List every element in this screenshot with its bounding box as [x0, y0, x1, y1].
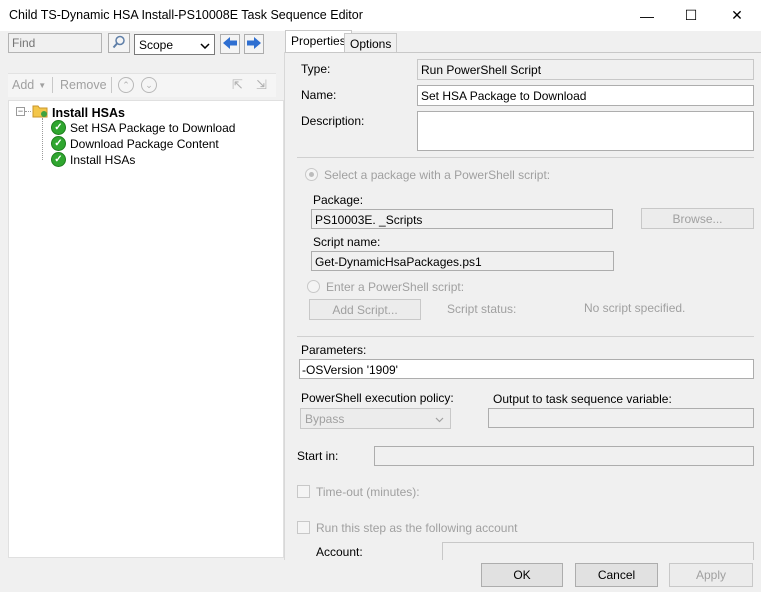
script-status-value: No script specified. [584, 301, 686, 315]
scope-dropdown[interactable]: Scope [134, 34, 215, 55]
cancel-button[interactable]: Cancel [575, 563, 658, 587]
find-input[interactable] [8, 33, 102, 53]
script-name-field: Get-DynamicHsaPackages.ps1 [311, 251, 614, 271]
parameters-input[interactable]: -OSVersion '1909' [299, 359, 754, 379]
check-icon: ✓ [51, 136, 66, 151]
tree-line [25, 111, 31, 112]
type-value: Run PowerShell Script [417, 59, 754, 80]
chevron-down-icon [435, 412, 444, 426]
folder-icon [32, 104, 48, 121]
arrow-left-icon [222, 36, 238, 53]
execution-policy-dropdown[interactable]: Bypass [300, 408, 451, 429]
collapse-icon[interactable]: ⇲ [256, 77, 267, 93]
ok-button[interactable]: OK [481, 563, 563, 587]
add-label: Add [12, 78, 35, 92]
tree-item-label: Download Package Content [70, 136, 219, 151]
execution-policy-value: Bypass [305, 411, 345, 426]
task-sequence-tree [8, 100, 284, 558]
chevron-down-icon [200, 38, 210, 52]
next-result-button[interactable] [244, 34, 264, 54]
search-button[interactable] [108, 33, 130, 53]
name-input[interactable]: Set HSA Package to Download [417, 85, 754, 106]
tree-item-install-hsas[interactable]: ✓ Install HSAs [51, 152, 135, 167]
maximize-button[interactable]: ☐ [668, 0, 714, 31]
expand-icon[interactable]: ⇱ [232, 77, 243, 93]
name-label: Name: [301, 88, 337, 102]
check-icon: ✓ [51, 120, 66, 135]
section-divider [297, 336, 754, 337]
tree-group-label: Install HSAs [52, 105, 125, 120]
toolbar-divider [111, 77, 112, 93]
close-button[interactable]: ✕ [714, 0, 760, 31]
select-package-radio[interactable] [305, 168, 318, 181]
remove-button[interactable]: Remove [60, 78, 107, 92]
section-divider [297, 157, 754, 158]
script-name-label: Script name: [313, 235, 381, 249]
package-field: PS10003E. _Scripts [311, 209, 613, 229]
tree-item-label: Set HSA Package to Download [70, 120, 236, 135]
account-label: Account: [316, 545, 363, 559]
apply-button[interactable]: Apply [669, 563, 753, 587]
previous-result-button[interactable] [220, 34, 240, 54]
scope-value: Scope [139, 37, 174, 52]
collapse-toggle-icon[interactable]: − [16, 107, 25, 116]
tree-line [42, 118, 43, 160]
enter-script-label: Enter a PowerShell script: [326, 280, 465, 294]
output-variable-label: Output to task sequence variable: [493, 392, 672, 406]
output-variable-field[interactable] [488, 408, 754, 428]
move-up-icon[interactable]: ⌃ [118, 77, 134, 93]
execution-policy-label: PowerShell execution policy: [301, 391, 454, 405]
tree-item-download-package[interactable]: ✓ Download Package Content [51, 136, 219, 151]
window-title: Child TS-Dynamic HSA Install-PS10008E Ta… [9, 8, 363, 22]
tab-options[interactable]: Options [344, 33, 398, 53]
move-down-icon[interactable]: ⌄ [141, 77, 157, 93]
search-icon [112, 35, 126, 52]
package-label: Package: [313, 193, 364, 207]
parameters-label: Parameters: [301, 343, 367, 357]
toolbar-divider [52, 77, 53, 93]
description-label: Description: [301, 114, 365, 128]
account-field[interactable] [442, 542, 754, 560]
description-input[interactable] [417, 111, 754, 151]
script-status-label: Script status: [447, 302, 517, 316]
timeout-label: Time-out (minutes): [316, 485, 420, 499]
start-in-field[interactable] [374, 446, 754, 466]
chevron-down-icon: ▼ [38, 80, 47, 90]
select-package-label: Select a package with a PowerShell scrip… [324, 168, 551, 182]
tab-properties[interactable]: Properties [285, 30, 352, 52]
tree-item-set-hsa-package[interactable]: ✓ Set HSA Package to Download [51, 120, 235, 135]
add-menu-button[interactable]: Add ▼ [12, 78, 46, 92]
run-as-label: Run this step as the following account [316, 521, 518, 535]
type-label: Type: [301, 62, 331, 76]
browse-button[interactable]: Browse... [641, 208, 754, 229]
pane-splitter[interactable] [284, 52, 285, 560]
run-as-checkbox[interactable] [297, 521, 310, 534]
tab-border [285, 52, 761, 53]
tree-group-install-hsas[interactable]: Install HSAs [32, 104, 125, 121]
check-icon: ✓ [51, 152, 66, 167]
arrow-right-icon [246, 36, 262, 53]
timeout-checkbox[interactable] [297, 485, 310, 498]
enter-script-radio[interactable] [307, 280, 320, 293]
tree-item-label: Install HSAs [70, 152, 136, 167]
minimize-button[interactable]: — [624, 0, 670, 31]
start-in-label: Start in: [297, 449, 339, 463]
add-script-button[interactable]: Add Script... [309, 299, 421, 320]
